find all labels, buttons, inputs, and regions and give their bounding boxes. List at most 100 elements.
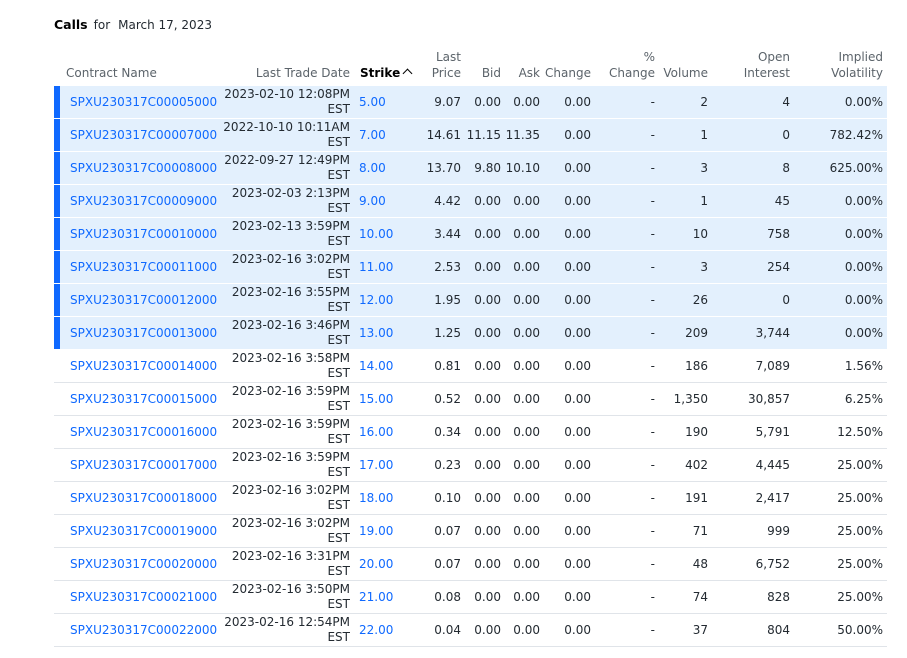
strike-link[interactable]: 17.00	[359, 458, 393, 472]
percent-change-cell: -	[595, 283, 659, 317]
col-header-implied-volatility[interactable]: Implied Volatility	[794, 48, 887, 86]
contract-link[interactable]: SPXU230317C00019000	[70, 524, 217, 538]
bid-cell: 0.00	[465, 184, 505, 218]
trade-timezone: EST	[327, 135, 350, 149]
last-trade-date-cell: 2023-02-03 2:13PM EST	[216, 184, 354, 218]
contract-name-cell: SPXU230317C00005000	[54, 86, 217, 119]
strike-link[interactable]: 18.00	[359, 491, 393, 505]
bid-cell: 0.00	[465, 547, 505, 581]
col-header-strike[interactable]: Strike	[354, 48, 413, 86]
col-header-contract-name[interactable]: Contract Name	[54, 48, 216, 86]
table-row[interactable]: SPXU230317C00018000 2023-02-16 3:02PM EST 1…	[54, 481, 887, 515]
table-row[interactable]: SPXU230317C00008000 2022-09-27 12:49PM EST…	[54, 151, 887, 185]
strike-link[interactable]: 22.00	[359, 623, 393, 637]
table-row[interactable]: SPXU230317C00022000 2023-02-16 12:54PM EST…	[54, 613, 887, 647]
contract-link[interactable]: SPXU230317C00005000	[70, 95, 217, 109]
strike-link[interactable]: 11.00	[359, 260, 393, 274]
table-row[interactable]: SPXU230317C00017000 2023-02-16 3:59PM EST 1…	[54, 448, 887, 482]
strike-link[interactable]: 20.00	[359, 557, 393, 571]
open-interest-cell: 30,857	[712, 382, 794, 416]
bid-cell: 0.00	[465, 382, 505, 416]
table-row[interactable]: SPXU230317C00020000 2023-02-16 3:31PM EST 2…	[54, 547, 887, 581]
implied-volatility-cell: 0.00%	[794, 184, 887, 218]
strike-link[interactable]: 19.00	[359, 524, 393, 538]
strike-cell: 9.00	[354, 184, 411, 218]
open-interest-cell: 0	[712, 283, 794, 317]
table-row[interactable]: SPXU230317C00012000 2023-02-16 3:55PM EST 1…	[54, 283, 887, 317]
col-header-ask[interactable]: Ask	[505, 48, 544, 86]
strike-link[interactable]: 10.00	[359, 227, 393, 241]
contract-link[interactable]: SPXU230317C00020000	[70, 557, 217, 571]
ask-cell: 0.00	[505, 184, 544, 218]
strike-link[interactable]: 12.00	[359, 293, 393, 307]
table-row[interactable]: SPXU230317C00011000 2023-02-16 3:02PM EST 1…	[54, 250, 887, 284]
contract-link[interactable]: SPXU230317C00008000	[70, 161, 217, 175]
bid-cell: 0.00	[465, 415, 505, 449]
trade-datetime: 2023-02-16 3:59PM	[231, 450, 350, 464]
table-row[interactable]: SPXU230317C00014000 2023-02-16 3:58PM EST 1…	[54, 349, 887, 383]
trade-timezone: EST	[327, 234, 350, 248]
ask-cell: 0.00	[505, 86, 544, 119]
strike-link[interactable]: 15.00	[359, 392, 393, 406]
open-interest-cell: 254	[712, 250, 794, 284]
ask-cell	[505, 646, 544, 658]
table-row[interactable]: SPXU230317C00015000 2023-02-16 3:59PM EST 1…	[54, 382, 887, 416]
contract-link[interactable]: SPXU230317C00018000	[70, 491, 217, 505]
strike-link[interactable]: 9.00	[359, 194, 386, 208]
contract-link[interactable]: SPXU230317C00022000	[70, 623, 217, 637]
open-interest-cell: 4	[712, 86, 794, 119]
trade-timezone: EST	[327, 300, 350, 314]
table-row[interactable]: SPXU230317C00009000 2023-02-03 2:13PM EST 9…	[54, 184, 887, 218]
sort-ascending-icon	[402, 68, 413, 79]
implied-volatility-cell: 0.00%	[794, 86, 887, 119]
table-row[interactable]: SPXU230317C00016000 2023-02-16 3:59PM EST 1…	[54, 415, 887, 449]
col-header-volume[interactable]: Volume	[659, 48, 712, 86]
strike-link[interactable]: 5.00	[359, 95, 386, 109]
table-row[interactable]: SPXU230317C00007000 2022-10-10 10:11AM EST…	[54, 118, 887, 152]
table-row[interactable]: SPXU230317C00013000 2023-02-16 3:46PM EST 1…	[54, 316, 887, 350]
strike-link[interactable]: 7.00	[359, 128, 386, 142]
contract-link[interactable]: SPXU230317C00011000	[70, 260, 217, 274]
contract-link[interactable]: SPXU230317C00014000	[70, 359, 217, 373]
percent-change-cell	[595, 646, 659, 658]
strike-link[interactable]: 8.00	[359, 161, 386, 175]
ask-cell: 0.00	[505, 448, 544, 482]
table-row[interactable]: 2023-02-15 3:52PM	[54, 646, 887, 658]
ask-cell: 0.00	[505, 481, 544, 515]
percent-change-cell: -	[595, 448, 659, 482]
col-header-percent-change[interactable]: % Change	[595, 48, 659, 86]
contract-link[interactable]: SPXU230317C00021000	[70, 590, 217, 604]
col-header-bid[interactable]: Bid	[465, 48, 505, 86]
contract-link[interactable]: SPXU230317C00013000	[70, 326, 217, 340]
contract-link[interactable]: SPXU230317C00015000	[70, 392, 217, 406]
table-row[interactable]: SPXU230317C00010000 2023-02-13 3:59PM EST 1…	[54, 217, 887, 251]
strike-link[interactable]: 14.00	[359, 359, 393, 373]
contract-link[interactable]: SPXU230317C00016000	[70, 425, 217, 439]
contract-name-cell: SPXU230317C00015000	[54, 382, 217, 416]
col-header-open-interest[interactable]: Open Interest	[712, 48, 794, 86]
contract-link[interactable]: SPXU230317C00017000	[70, 458, 217, 472]
table-row[interactable]: SPXU230317C00021000 2023-02-16 3:50PM EST 2…	[54, 580, 887, 614]
trade-datetime: 2023-02-10 12:08PM	[224, 87, 350, 101]
contract-name-cell: SPXU230317C00021000	[54, 580, 217, 614]
table-row[interactable]: SPXU230317C00005000 2023-02-10 12:08PM EST…	[54, 86, 887, 119]
trade-datetime: 2023-02-16 3:55PM	[231, 285, 350, 299]
trade-timezone: EST	[327, 465, 350, 479]
strike-link[interactable]: 13.00	[359, 326, 393, 340]
contract-link[interactable]: SPXU230317C00009000	[70, 194, 217, 208]
contract-link[interactable]: SPXU230317C00010000	[70, 227, 217, 241]
col-header-change[interactable]: Change	[544, 48, 595, 86]
contract-link[interactable]: SPXU230317C00012000	[70, 293, 217, 307]
for-label: for	[93, 18, 111, 32]
trade-timezone: EST	[327, 102, 350, 116]
change-cell: 0.00	[544, 415, 595, 449]
strike-link[interactable]: 21.00	[359, 590, 393, 604]
percent-change-cell: -	[595, 547, 659, 581]
col-header-last-trade-date[interactable]: Last Trade Date	[216, 48, 354, 86]
col-header-last-price[interactable]: Last Price	[411, 48, 465, 86]
strike-link[interactable]: 16.00	[359, 425, 393, 439]
table-row[interactable]: SPXU230317C00019000 2023-02-16 3:02PM EST 1…	[54, 514, 887, 548]
last-price-cell: 2.53	[411, 250, 465, 284]
contract-link[interactable]: SPXU230317C00007000	[70, 128, 217, 142]
open-interest-cell: 0	[712, 118, 794, 152]
